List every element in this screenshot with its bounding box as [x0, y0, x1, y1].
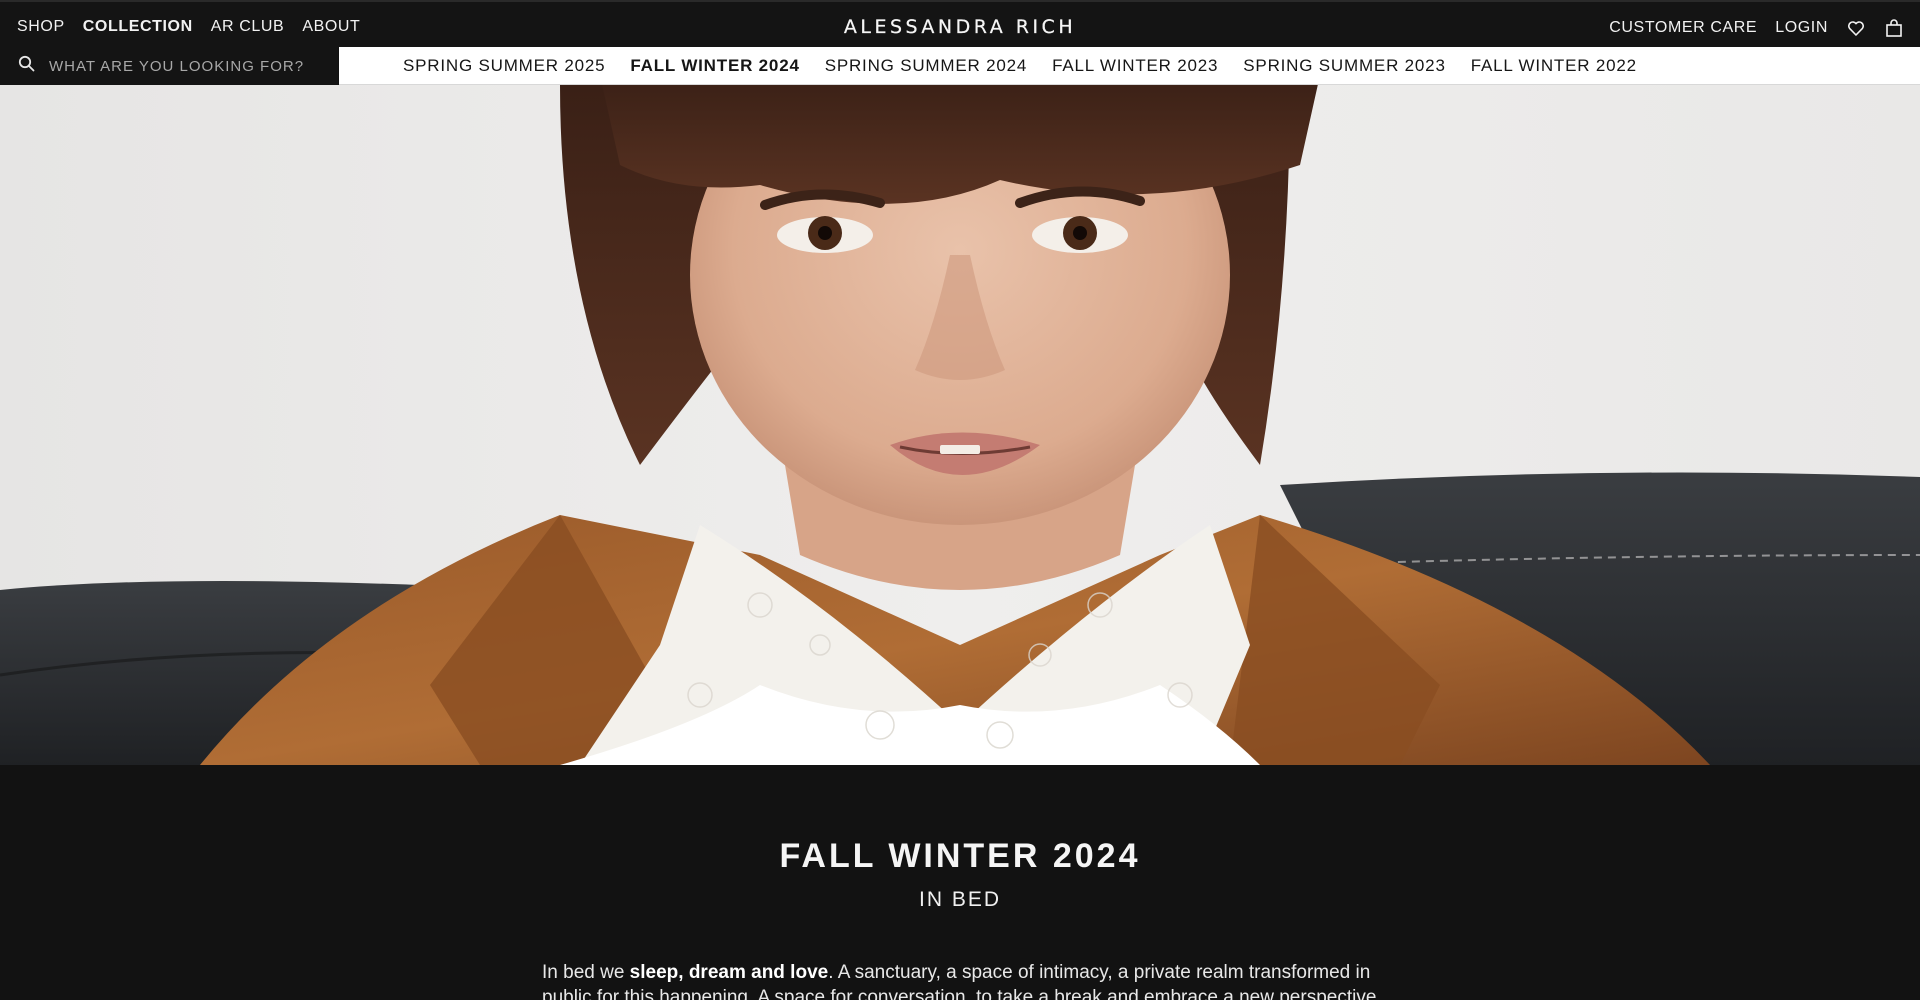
- collection-subtitle: IN BED: [918, 888, 1001, 911]
- intro-text-start: In bed we: [542, 962, 630, 983]
- search-input[interactable]: [49, 57, 319, 75]
- collection-tab-fw23[interactable]: FALL WINTER 2023: [1052, 56, 1218, 76]
- collection-tab-ss24[interactable]: SPRING SUMMER 2024: [825, 56, 1027, 76]
- login-link[interactable]: LOGIN: [1775, 19, 1828, 37]
- shopping-bag-icon[interactable]: [1884, 18, 1904, 38]
- heart-icon[interactable]: [1846, 18, 1866, 38]
- hero-image: [0, 85, 1920, 765]
- collection-tab-ss23[interactable]: SPRING SUMMER 2023: [1243, 56, 1445, 76]
- hero-portrait-illustration: [0, 85, 1920, 765]
- collection-tab-fw22[interactable]: FALL WINTER 2022: [1471, 56, 1637, 76]
- account-nav: CUSTOMER CARE LOGIN: [1609, 18, 1904, 38]
- collection-tab-fw24[interactable]: FALL WINTER 2024: [630, 56, 799, 76]
- collection-tab-ss25[interactable]: SPRING SUMMER 2025: [403, 56, 605, 76]
- search-icon[interactable]: [18, 55, 35, 77]
- customer-care-link[interactable]: CUSTOMER CARE: [1609, 19, 1757, 37]
- collection-title: FALL WINTER 2024: [779, 837, 1141, 875]
- brand-logo-text: ALESSANDRA RICH: [843, 16, 1077, 38]
- intro-text-bold: sleep, dream and love: [629, 962, 829, 983]
- top-header: SHOP COLLECTION AR CLUB ABOUT ALESSANDRA…: [0, 0, 1920, 47]
- collection-intro: FALL WINTER 2024 IN BED In bed we sleep,…: [0, 765, 1920, 1000]
- collections-nav: SPRING SUMMER 2025 FALL WINTER 2024 SPRI…: [339, 47, 1920, 85]
- search-bar: [0, 47, 338, 85]
- collection-description: In bed we sleep, dream and love. A sanct…: [542, 960, 1387, 1000]
